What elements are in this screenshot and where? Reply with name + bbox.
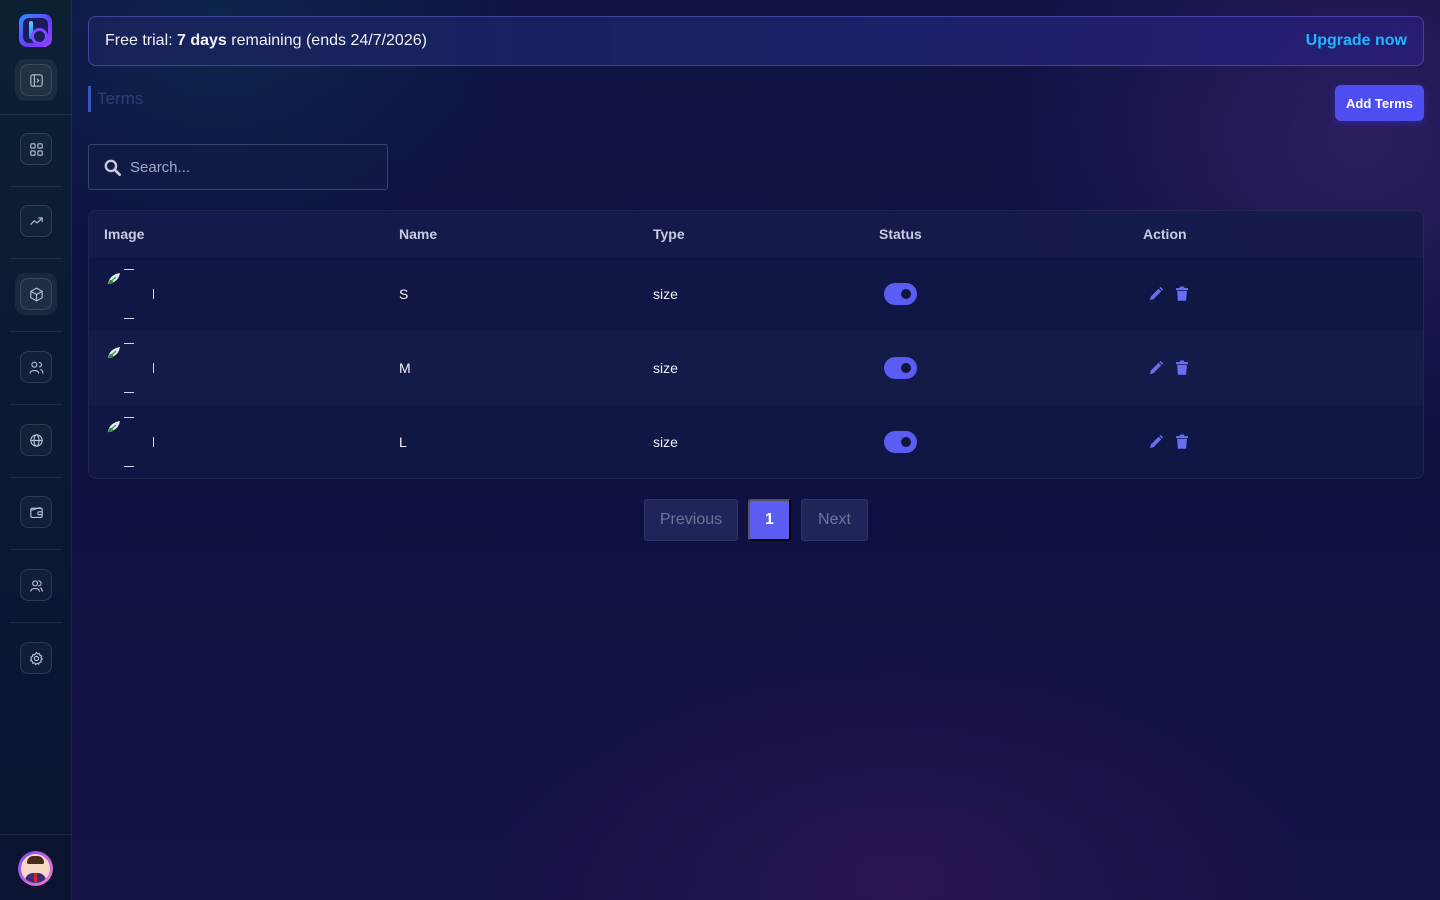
- term-name: S: [399, 286, 409, 302]
- terms-table: Image Name Type Status Action S size M s…: [88, 210, 1424, 479]
- users-icon: [20, 351, 52, 383]
- globe-icon: [20, 424, 52, 456]
- column-header-type: Type: [653, 226, 685, 242]
- table-row: S size: [89, 257, 1423, 331]
- upgrade-now-link[interactable]: Upgrade now: [1306, 32, 1407, 50]
- sidebar-divider: [10, 622, 62, 623]
- wallet-icon: [20, 496, 52, 528]
- term-image-broken: [104, 269, 154, 319]
- status-toggle[interactable]: [884, 283, 917, 305]
- settings-icon: [20, 642, 52, 674]
- broken-image-icon: [107, 347, 120, 359]
- sidebar-divider: [10, 404, 62, 405]
- sidebar-divider: [0, 834, 72, 835]
- broken-image-icon: [107, 421, 120, 433]
- term-type: size: [653, 360, 678, 376]
- term-type: size: [653, 434, 678, 450]
- sidebar-item-team[interactable]: [15, 564, 57, 606]
- search-icon: [104, 159, 121, 176]
- sidebar-divider: [10, 258, 62, 259]
- sidebar-toggle-icon: [20, 64, 52, 96]
- dashboard-icon: [20, 133, 52, 165]
- analytics-icon: [20, 205, 52, 237]
- term-image-broken: [104, 343, 154, 393]
- sidebar-divider: [10, 549, 62, 550]
- status-toggle[interactable]: [884, 357, 917, 379]
- add-terms-button[interactable]: Add Terms: [1335, 85, 1424, 121]
- next-page-button[interactable]: Next: [801, 499, 868, 541]
- sidebar-item-users[interactable]: [15, 346, 57, 388]
- previous-page-button[interactable]: Previous: [644, 499, 738, 541]
- status-toggle[interactable]: [884, 431, 917, 453]
- page-title: Terms: [88, 86, 143, 112]
- sidebar-item-settings[interactable]: [15, 637, 57, 679]
- delete-icon[interactable]: [1173, 433, 1191, 451]
- app-logo[interactable]: [19, 14, 52, 47]
- edit-icon[interactable]: [1147, 285, 1165, 303]
- trial-banner-text: Free trial: 7 days remaining (ends 24/7/…: [105, 32, 427, 49]
- sidebar-toggle-button[interactable]: [15, 59, 57, 101]
- term-type: size: [653, 286, 678, 302]
- sidebar-divider: [10, 186, 62, 187]
- page-number-button[interactable]: 1: [748, 499, 791, 541]
- sidebar-divider: [0, 114, 72, 115]
- search-box[interactable]: [88, 144, 388, 190]
- sidebar-divider: [10, 477, 62, 478]
- delete-icon[interactable]: [1173, 285, 1191, 303]
- table-row: M size: [89, 331, 1423, 405]
- sidebar-item-dashboard[interactable]: [15, 128, 57, 170]
- search-input[interactable]: [130, 158, 370, 176]
- broken-image-icon: [107, 273, 120, 285]
- trial-days: 7 days: [177, 32, 227, 49]
- edit-icon[interactable]: [1147, 359, 1165, 377]
- table-header: Image Name Type Status Action: [89, 211, 1423, 257]
- trial-banner: Free trial: 7 days remaining (ends 24/7/…: [88, 16, 1424, 66]
- term-name: M: [399, 360, 411, 376]
- sidebar-item-globe[interactable]: [15, 419, 57, 461]
- term-name: L: [399, 434, 407, 450]
- column-header-action: Action: [1143, 226, 1187, 242]
- products-icon: [20, 278, 52, 310]
- term-image-broken: [104, 417, 154, 467]
- edit-icon[interactable]: [1147, 433, 1165, 451]
- table-row: L size: [89, 405, 1423, 478]
- sidebar-item-products[interactable]: [15, 273, 57, 315]
- sidebar-item-analytics[interactable]: [15, 200, 57, 242]
- column-header-image: Image: [104, 226, 145, 242]
- sidebar-item-wallet[interactable]: [15, 491, 57, 533]
- sidebar-divider: [10, 331, 62, 332]
- user-avatar[interactable]: [18, 851, 53, 886]
- column-header-name: Name: [399, 226, 438, 242]
- team-icon: [20, 569, 52, 601]
- delete-icon[interactable]: [1173, 359, 1191, 377]
- column-header-status: Status: [879, 226, 922, 242]
- sidebar: [0, 0, 72, 900]
